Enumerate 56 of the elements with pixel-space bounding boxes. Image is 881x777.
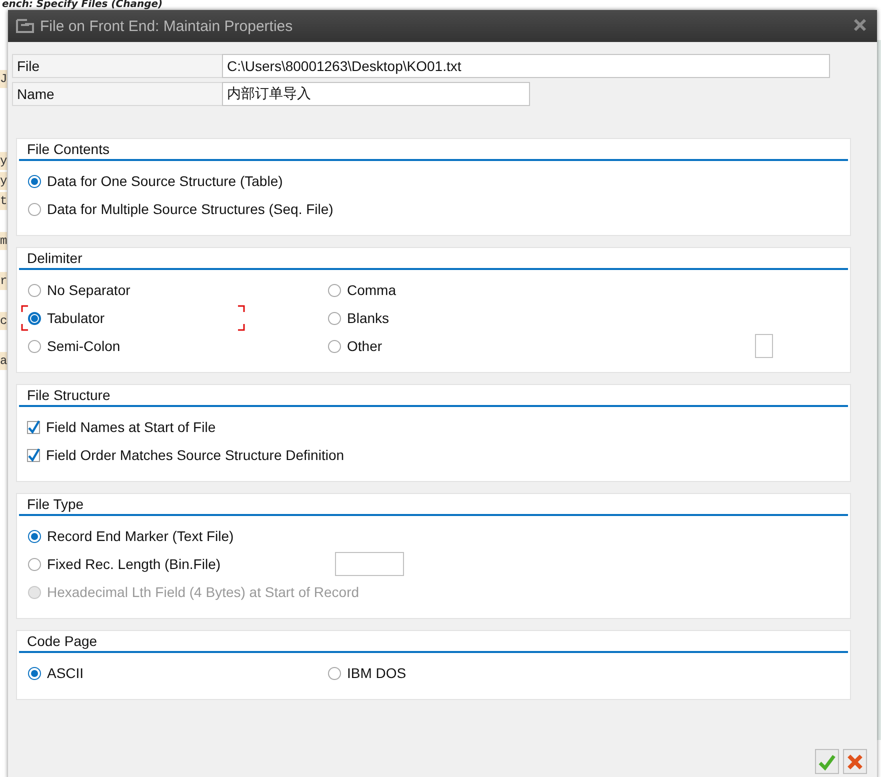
radio-button[interactable] (328, 312, 341, 324)
option-label: Other (347, 338, 382, 354)
option-label: Record End Marker (Text File) (47, 528, 234, 544)
option-label: IBM DOS (347, 665, 406, 681)
background-text: c (0, 312, 8, 330)
group-title: File Type (19, 494, 848, 516)
radio-button[interactable] (328, 284, 341, 296)
group-title: File Structure (19, 385, 848, 407)
option-label: Data for Multiple Source Structures (Seq. File) (47, 201, 334, 217)
radio-button[interactable] (28, 284, 41, 296)
input-field[interactable] (755, 334, 773, 358)
close-button[interactable] (853, 18, 869, 34)
option-label: No Separator (47, 282, 130, 298)
radio-button[interactable] (328, 340, 341, 352)
cancel-button[interactable] (843, 749, 867, 774)
field-label: File (12, 54, 222, 78)
checkbox[interactable] (27, 420, 40, 434)
option-label: Field Names at Start of File (46, 419, 216, 435)
background-text: y (0, 152, 8, 170)
window-icon (16, 19, 34, 33)
dialog-title: File on Front End: Maintain Properties (40, 18, 294, 34)
background-text: a (0, 352, 8, 370)
background-text: y (0, 172, 8, 190)
input-field[interactable] (335, 552, 404, 576)
option-label: Tabulator (47, 310, 105, 326)
radio-button[interactable] (28, 666, 41, 680)
option-label: Hexadecimal Lth Field (4 Bytes) at Start of Record (47, 584, 360, 600)
option-label: Comma (347, 282, 396, 298)
background-text: m (0, 232, 8, 250)
background-text: t (0, 192, 8, 210)
radio-button[interactable] (28, 202, 41, 216)
radio-button[interactable] (28, 340, 41, 352)
option-label: Fixed Rec. Length (Bin.File) (47, 556, 221, 572)
name-field[interactable]: 内部订单导入 (222, 82, 530, 106)
option-label: Blanks (347, 310, 390, 326)
radio-button[interactable] (28, 530, 41, 542)
close-icon (853, 18, 867, 32)
option-label: ASCII (47, 665, 84, 681)
radio-button[interactable] (328, 666, 341, 680)
option-label: Field Order Matches Source Structure Definition (46, 447, 344, 463)
confirm-button[interactable] (815, 749, 839, 774)
group-title: Code Page (19, 631, 848, 653)
file-path-field[interactable]: C:\Users\80001263\Desktop\KO01.txt (222, 54, 830, 78)
cancel-icon (846, 752, 864, 770)
checkbox[interactable] (27, 448, 40, 462)
background-text: r (0, 272, 8, 290)
radio-button[interactable] (28, 312, 41, 324)
background-text: J (0, 70, 8, 88)
radio-button[interactable] (28, 558, 41, 570)
group-title: File Contents (19, 139, 848, 161)
option-label: Data for One Source Structure (Table) (47, 173, 283, 189)
radio-button[interactable] (28, 174, 41, 188)
option-label: Semi-Colon (47, 338, 120, 354)
group-title: Delimiter (19, 248, 848, 270)
field-label: Name (12, 82, 222, 106)
check-icon (818, 752, 836, 770)
